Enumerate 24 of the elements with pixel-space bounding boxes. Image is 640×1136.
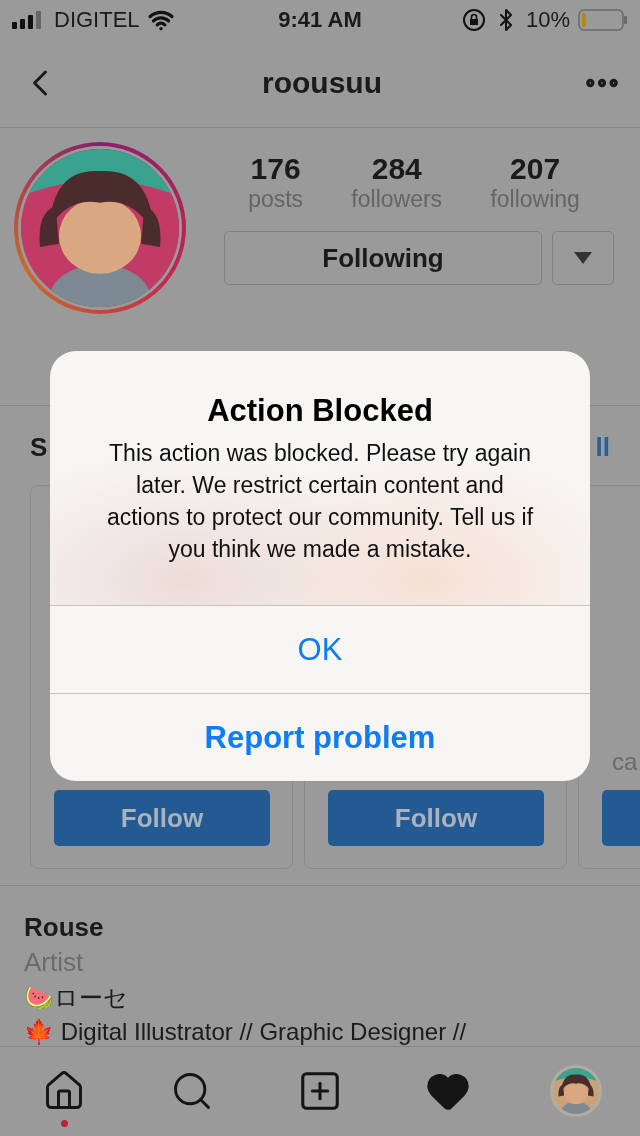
- dialog-button[interactable]: OK: [50, 605, 590, 693]
- status-time: 9:41 AM: [278, 6, 362, 33]
- stat-value: 176: [250, 152, 301, 187]
- battery-icon: [578, 8, 628, 31]
- suggestions-title: S: [30, 431, 48, 464]
- bio-name: Rouse: [24, 911, 105, 943]
- rotation-lock-icon: [461, 7, 486, 32]
- stat-value: 207: [510, 152, 561, 187]
- follow-button[interactable]: Follow: [54, 790, 270, 847]
- dropdown-button[interactable]: [552, 231, 614, 286]
- follow-button[interactable]: Follow: [328, 790, 544, 847]
- battery-percent: 10%: [525, 6, 570, 33]
- bio-line: 🍁 Digital Illustrator // Graphic Designer //: [24, 1017, 468, 1046]
- following-button[interactable]: Following: [224, 231, 542, 286]
- notification-dot: [61, 1120, 68, 1128]
- see-all-link[interactable]: ll: [595, 431, 610, 486]
- dialog-message: This action was blocked. Please try again later. We restrict certain content and actions to protect our community. Tell us if you think we made a mistake.: [105, 439, 535, 564]
- carrier-name: DIGITEL: [54, 6, 140, 33]
- caret-icon: [574, 252, 592, 265]
- bio-line: 🍉ローセ: [24, 982, 129, 1013]
- dialog-button[interactable]: Report problem: [50, 693, 590, 781]
- profile-username: roousuu: [262, 66, 382, 101]
- stat-value: 284: [371, 152, 422, 187]
- dialog-title: Action Blocked: [207, 393, 433, 429]
